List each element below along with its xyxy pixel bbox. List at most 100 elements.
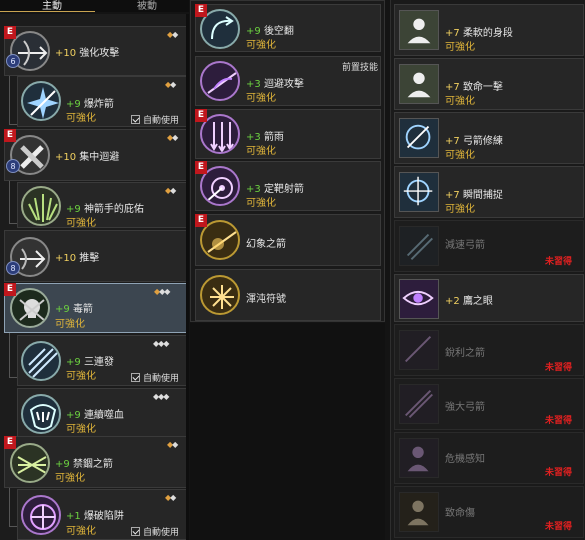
upgrade-status: 可強化 xyxy=(445,204,475,215)
skill-plus: +1 xyxy=(66,511,81,522)
not-learned-label: 未習得 xyxy=(545,257,573,267)
skill-card[interactable]: +3 箭雨 可強化 xyxy=(195,109,381,159)
rune-diamonds: ◆◆ xyxy=(167,440,178,449)
not-learned-label: 未習得 xyxy=(545,416,573,426)
e-badge: E xyxy=(4,436,16,449)
skill-card[interactable]: +10 強化攻擊 ◆◆ xyxy=(4,26,187,76)
rune-diamonds: ◆◆ xyxy=(167,133,178,142)
auto-use-toggle[interactable]: 自動使用 xyxy=(131,525,179,538)
auto-use-label: 自動使用 xyxy=(143,116,180,126)
body-icon xyxy=(399,10,439,50)
skill-card[interactable]: 渾沌符號 xyxy=(195,269,381,321)
skill-name: 強大弓箭 xyxy=(445,402,485,413)
skill-card-locked[interactable]: 銳利之箭 未習得 xyxy=(394,324,584,376)
skill-name: 爆破陷阱 xyxy=(83,511,124,522)
sharp-arrow-icon xyxy=(399,330,439,370)
skill-card[interactable]: +7 瞬間捕捉 可強化 xyxy=(394,166,584,218)
scrollbar[interactable] xyxy=(186,14,189,540)
binding-arrow-icon xyxy=(10,443,50,483)
skill-card-locked[interactable]: 強大弓箭 未習得 xyxy=(394,378,584,430)
not-learned-label: 未習得 xyxy=(545,363,573,373)
skill-card-locked[interactable]: 減速弓箭 未習得 xyxy=(394,220,584,272)
rune-diamonds: ◆◆◆ xyxy=(153,339,170,348)
skill-name: 銳利之箭 xyxy=(445,348,485,359)
subskill-column: +9 後空翻 可強化 E +3 迴避攻擊 可強化 前置技能 +3 箭雨 可強化 … xyxy=(190,0,385,322)
danger-sense-icon xyxy=(399,438,439,478)
skill-card[interactable]: +7 柔軟的身段 可強化 xyxy=(394,4,584,56)
body-icon xyxy=(399,64,439,104)
skill-card[interactable]: +2 鷹之眼 xyxy=(394,274,584,322)
skill-card-selected[interactable]: +9 毒箭 可強化 ◆◆◆ xyxy=(4,283,187,333)
tab-underline xyxy=(0,11,95,12)
upgrade-status: 可強化 xyxy=(55,473,85,484)
poison-arrow-icon xyxy=(10,288,50,328)
upgrade-status: 可強化 xyxy=(66,526,96,537)
skill-plus: +10 xyxy=(55,253,77,264)
e-badge: E xyxy=(4,26,16,39)
skill-card-locked[interactable]: 致命傷 未習得 xyxy=(394,486,584,538)
e-badge: E xyxy=(4,129,16,142)
strong-bow-icon xyxy=(399,384,439,424)
upgrade-status: 可強化 xyxy=(66,424,96,435)
upgrade-status: 可強化 xyxy=(445,150,475,161)
rune-diamonds: ◆◆ xyxy=(165,80,176,89)
checkbox-icon[interactable] xyxy=(131,115,140,124)
skill-name: 致命傷 xyxy=(445,508,475,519)
skill-name: 鷹之眼 xyxy=(462,296,493,307)
skill-card[interactable]: +7 弓箭修練 可強化 xyxy=(394,112,584,164)
chaos-symbol-icon xyxy=(200,275,240,315)
not-learned-label: 未習得 xyxy=(545,468,573,478)
skill-name: 集中迴避 xyxy=(79,152,120,163)
skill-card[interactable]: +9 爆炸箭 可強化 ◆◆ 自動使用 xyxy=(17,76,187,127)
skill-card[interactable]: +3 定靶射箭 可強化 xyxy=(195,161,381,211)
auto-use-toggle[interactable]: 自動使用 xyxy=(131,371,179,384)
e-badge: E xyxy=(195,4,207,17)
skill-name: 強化攻擊 xyxy=(79,48,120,59)
checkbox-icon[interactable] xyxy=(131,373,140,382)
empty-panel xyxy=(190,323,385,540)
upgrade-status: 可強化 xyxy=(445,96,475,107)
e-badge: E xyxy=(195,109,207,122)
upgrade-status: 可強化 xyxy=(66,113,96,124)
auto-use-toggle[interactable]: 自動使用 xyxy=(131,113,179,126)
skill-card[interactable]: +9 神箭手的庇佑 可強化 ◆◆ xyxy=(17,182,187,229)
e-badge: E xyxy=(195,161,207,174)
level-badge: 8 xyxy=(6,261,20,275)
skill-card[interactable]: +9 三連發 可強化 ◆◆◆ 自動使用 xyxy=(17,335,187,386)
e-badge: E xyxy=(4,283,16,296)
tab-passive-skills[interactable]: 被動 xyxy=(137,0,157,12)
rune-diamonds: ◆◆ xyxy=(165,186,176,195)
skill-name: 推擊 xyxy=(79,253,100,264)
level-badge: 8 xyxy=(6,159,20,173)
active-skill-column: +10 強化攻擊 ◆◆ E 6 +9 爆炸箭 可強化 ◆◆ 自動使用 +10 集… xyxy=(0,14,189,540)
capture-icon xyxy=(399,172,439,212)
upgrade-status: 可強化 xyxy=(55,319,85,330)
bow-training-icon xyxy=(399,118,439,158)
skill-name: 幻象之箭 xyxy=(246,239,286,250)
rune-diamonds: ◆◆ xyxy=(165,493,176,502)
upgrade-status: 可強化 xyxy=(246,198,276,209)
slow-arrow-icon xyxy=(399,226,439,266)
checkbox-icon[interactable] xyxy=(131,527,140,536)
skill-card[interactable]: +7 致命一擊 可強化 xyxy=(394,58,584,110)
skill-name: 減速弓箭 xyxy=(445,240,485,251)
passive-skill-column: +7 柔軟的身段 可強化 +7 致命一擊 可強化 +7 弓箭修練 可強化 +7 … xyxy=(390,0,585,540)
level-badge: 6 xyxy=(6,54,20,68)
skill-card[interactable]: +1 爆破陷阱 可強化 ◆◆ 自動使用 xyxy=(17,489,187,540)
skill-card-locked[interactable]: 危機感知 未習得 xyxy=(394,432,584,484)
skill-card[interactable]: +9 連續噬血 可強化 ◆◆◆ xyxy=(17,388,187,438)
skill-card[interactable]: +9 後空翻 可強化 xyxy=(195,4,381,52)
explosion-arrow-icon xyxy=(21,81,61,121)
skill-plus: +9 xyxy=(55,304,70,315)
rune-diamonds: ◆◆◆ xyxy=(154,287,171,296)
skill-card[interactable]: +9 禁錮之箭 可強化 ◆◆ xyxy=(4,436,187,488)
skill-card[interactable]: +10 集中迴避 ◆◆ xyxy=(4,129,187,181)
trap-icon xyxy=(21,495,61,535)
upgrade-status: 可強化 xyxy=(445,42,475,53)
triple-shot-icon xyxy=(21,341,61,381)
skill-card[interactable]: +10 推擊 xyxy=(4,230,187,282)
auto-use-label: 自動使用 xyxy=(143,374,180,384)
auto-use-label: 自動使用 xyxy=(143,528,180,538)
skill-card[interactable]: 幻象之箭 xyxy=(195,214,381,266)
skill-card[interactable]: +3 迴避攻擊 可強化 前置技能 xyxy=(195,56,381,106)
